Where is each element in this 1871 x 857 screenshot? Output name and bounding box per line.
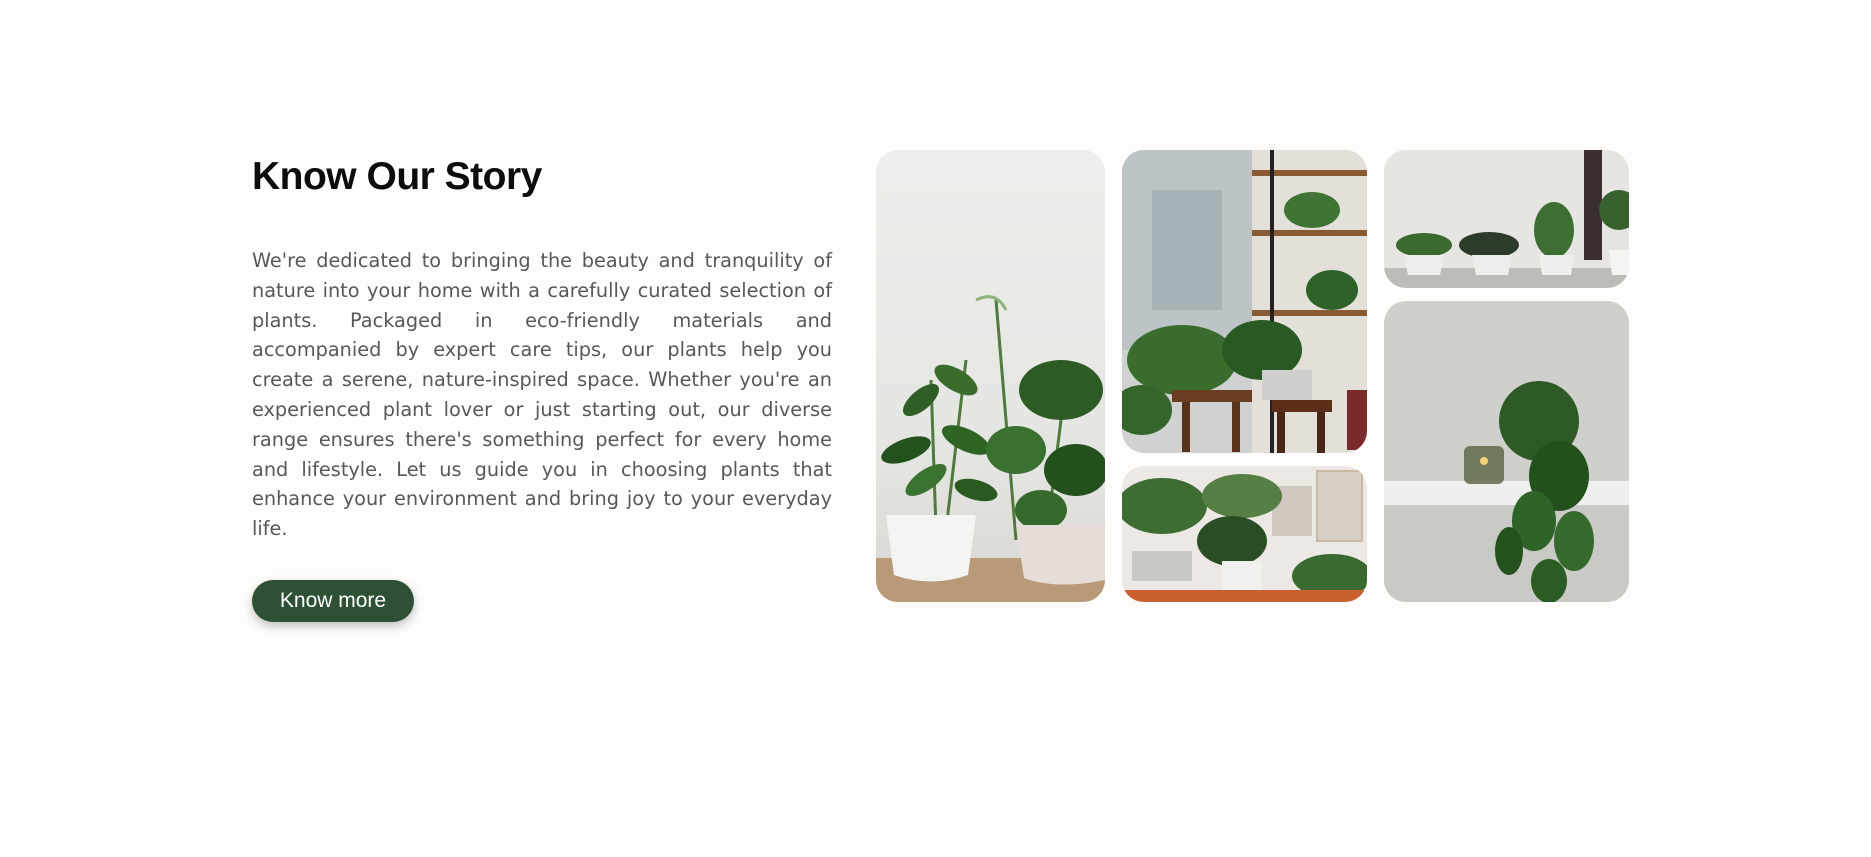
- plant-photo-table: [1122, 466, 1367, 602]
- plant-photo-tall: [876, 150, 1105, 602]
- story-text-block: Know Our Story We're dedicated to bringi…: [252, 150, 832, 622]
- story-section: Know Our Story We're dedicated to bringi…: [0, 0, 1871, 857]
- plant-photo-pots: [1384, 150, 1629, 288]
- story-paragraph: We're dedicated to bringing the beauty a…: [252, 249, 832, 541]
- plant-photo-shelves: [1122, 150, 1367, 453]
- section-title: Know Our Story: [252, 155, 542, 198]
- know-more-button[interactable]: Know more: [252, 579, 414, 622]
- plant-photo-trailing: [1384, 301, 1629, 602]
